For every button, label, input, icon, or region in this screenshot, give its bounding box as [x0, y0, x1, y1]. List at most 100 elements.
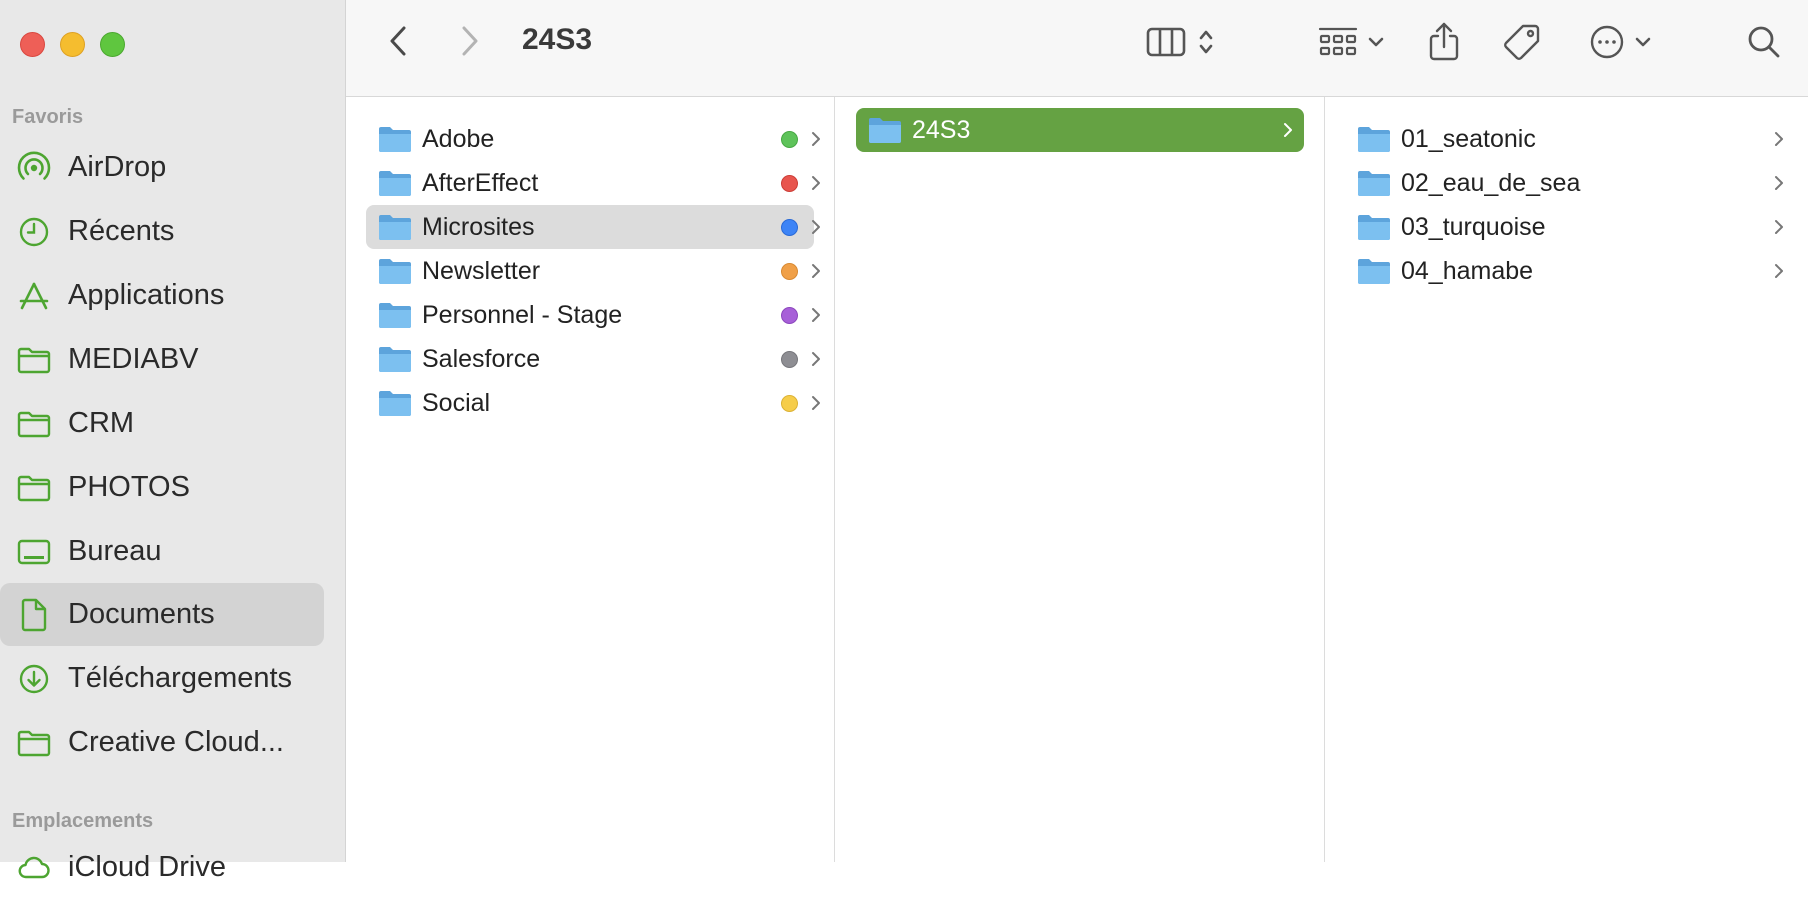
- sidebar-item-documents[interactable]: Documents: [0, 583, 324, 646]
- folder-row-microsites[interactable]: Microsites: [366, 205, 820, 249]
- folder-name: 02_eau_de_sea: [1401, 168, 1581, 197]
- sidebar-item-bureau[interactable]: Bureau: [0, 520, 324, 583]
- chevron-right-icon: [812, 352, 820, 366]
- chevron-right-icon: [1775, 132, 1783, 146]
- sidebar-item-mediabv[interactable]: MEDIABV: [0, 328, 324, 391]
- sidebar-item-label: Documents: [68, 598, 215, 630]
- sidebar-item-icloud-drive[interactable]: iCloud Drive: [0, 836, 324, 899]
- more-actions-button[interactable]: [1584, 24, 1656, 64]
- folder-icon: [1358, 215, 1390, 240]
- folder-name: Social: [422, 388, 491, 417]
- sidebar-item-label: iCloud Drive: [68, 851, 226, 883]
- folder-icon: [869, 118, 901, 143]
- tag-dot-red: [781, 174, 798, 192]
- tag-icon: [1502, 22, 1542, 67]
- folder-row-aftereffect[interactable]: AfterEffect: [366, 161, 820, 205]
- folder-row-04-hamabe[interactable]: 04_hamabe: [1345, 249, 1793, 293]
- folder-name: Microsites: [422, 212, 535, 241]
- sidebar-item-label: Téléchargements: [68, 662, 293, 694]
- folder-row-01-seatonic[interactable]: 01_seatonic: [1345, 117, 1793, 161]
- grid-group-icon: [1318, 26, 1358, 63]
- folder-name: 01_seatonic: [1401, 124, 1536, 153]
- airdrop-icon: [16, 150, 52, 186]
- folder-icon: [16, 342, 52, 378]
- folder-icon: [16, 470, 52, 506]
- column-2: 24S3: [835, 97, 1324, 862]
- sidebar-item-telechargements[interactable]: Téléchargements: [0, 647, 324, 710]
- column-view-icon: [1146, 27, 1186, 62]
- desktop-icon: [16, 534, 52, 570]
- toolbar: 24S3: [346, 0, 1808, 97]
- folder-row-03-turquoise[interactable]: 03_turquoise: [1345, 205, 1793, 249]
- chevron-right-icon: [812, 132, 820, 146]
- group-button[interactable]: [1312, 24, 1390, 64]
- sidebar: Favoris AirDrop Récents Applications MED…: [0, 0, 346, 883]
- applications-icon: [16, 278, 52, 314]
- folder-name: 24S3: [912, 115, 971, 144]
- close-button[interactable]: [20, 32, 45, 57]
- document-icon: [16, 597, 52, 633]
- folder-row-24s3[interactable]: 24S3: [856, 108, 1304, 152]
- folder-name: AfterEffect: [422, 168, 539, 197]
- folder-name: 03_turquoise: [1401, 212, 1546, 241]
- tag-dot-gray: [781, 350, 798, 368]
- folder-row-personnel-stage[interactable]: Personnel - Stage: [366, 293, 820, 337]
- tag-dot-green: [781, 130, 798, 148]
- sidebar-item-label: MEDIABV: [68, 343, 199, 375]
- sidebar-item-crm[interactable]: CRM: [0, 392, 324, 455]
- tag-dot-blue: [781, 218, 798, 236]
- chevron-left-icon: [388, 25, 408, 62]
- column-3: 01_seatonic 02_eau_de_sea 03_turquoise 0…: [1325, 97, 1808, 862]
- folder-icon: [1358, 259, 1390, 284]
- folder-icon: [379, 171, 411, 196]
- view-mode-button[interactable]: [1140, 24, 1220, 64]
- folder-icon: [379, 303, 411, 328]
- folder-icon: [379, 127, 411, 152]
- tag-dot-purple: [781, 306, 798, 324]
- folder-icon: [379, 215, 411, 240]
- folder-icon: [1358, 127, 1390, 152]
- share-icon: [1427, 21, 1461, 66]
- sidebar-item-label: CRM: [68, 407, 135, 439]
- chevron-right-icon: [812, 264, 820, 278]
- column-1: Adobe AfterEffect Microsites Newsletter …: [346, 97, 834, 862]
- sidebar-item-label: Creative Cloud...: [68, 726, 284, 758]
- folder-row-02-eau-de-sea[interactable]: 02_eau_de_sea: [1345, 161, 1793, 205]
- folder-row-social[interactable]: Social: [366, 381, 820, 425]
- sidebar-item-label: PHOTOS: [68, 471, 190, 503]
- chevron-right-icon: [1284, 123, 1292, 137]
- folder-row-salesforce[interactable]: Salesforce: [366, 337, 820, 381]
- folder-row-newsletter[interactable]: Newsletter: [366, 249, 820, 293]
- minimize-button[interactable]: [60, 32, 85, 57]
- chevron-right-icon: [812, 220, 820, 234]
- more-icon: [1589, 24, 1625, 65]
- sidebar-item-label: AirDrop: [68, 151, 167, 183]
- folder-icon: [379, 259, 411, 284]
- sidebar-item-creative-cloud[interactable]: Creative Cloud...: [0, 711, 324, 774]
- share-button[interactable]: [1424, 20, 1464, 66]
- tag-dot-orange: [781, 262, 798, 280]
- folder-icon: [379, 347, 411, 372]
- sidebar-item-photos[interactable]: PHOTOS: [0, 456, 324, 519]
- search-icon: [1747, 25, 1781, 64]
- sidebar-item-applications[interactable]: Applications: [0, 264, 324, 327]
- folder-name: Newsletter: [422, 256, 541, 285]
- chevron-right-icon: [1775, 264, 1783, 278]
- folder-icon: [16, 725, 52, 761]
- sidebar-item-airdrop[interactable]: AirDrop: [0, 136, 324, 199]
- back-button[interactable]: [384, 26, 412, 60]
- folder-name: Personnel - Stage: [422, 300, 623, 329]
- search-button[interactable]: [1744, 24, 1784, 64]
- chevron-right-icon: [1775, 220, 1783, 234]
- tag-dot-yellow: [781, 394, 798, 412]
- folder-row-adobe[interactable]: Adobe: [366, 117, 820, 161]
- tags-button[interactable]: [1500, 22, 1544, 66]
- traffic-lights: [20, 32, 125, 57]
- folder-name: 04_hamabe: [1401, 256, 1534, 285]
- sidebar-item-label: Récents: [68, 215, 175, 247]
- chevron-down-icon: [1368, 35, 1384, 53]
- clock-icon: [16, 214, 52, 250]
- forward-button[interactable]: [456, 26, 484, 60]
- zoom-button[interactable]: [100, 32, 125, 57]
- sidebar-item-recents[interactable]: Récents: [0, 200, 324, 263]
